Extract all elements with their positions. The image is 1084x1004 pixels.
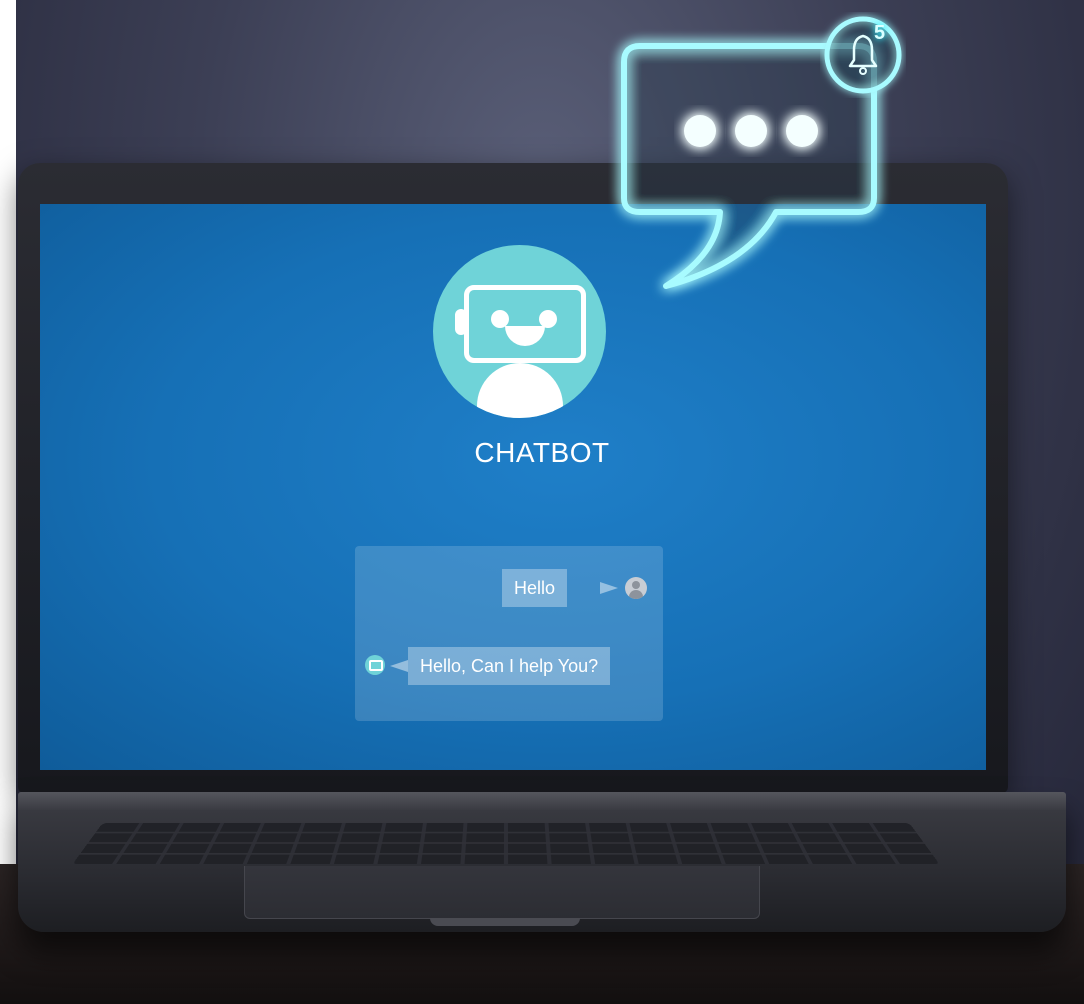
chatbot-avatar xyxy=(433,245,606,418)
lid-notch xyxy=(430,918,580,926)
user-bubble-tail xyxy=(600,582,618,594)
notification-count-badge: 5 xyxy=(874,22,886,44)
laptop-base-edge xyxy=(18,792,1066,810)
bot-avatar-icon[interactable] xyxy=(365,655,385,675)
left-edge-strip xyxy=(0,0,16,1004)
user-message-bubble: Hello xyxy=(502,569,568,607)
robot-mouth xyxy=(505,326,545,346)
bot-bubble-tail xyxy=(390,660,408,672)
user-avatar-icon[interactable] xyxy=(625,577,647,599)
chatbot-title: CHATBOT xyxy=(474,437,610,468)
chat-panel: Hello Hello, Can I help You? xyxy=(355,546,663,721)
robot-icon xyxy=(464,285,586,363)
trackpad xyxy=(244,866,760,919)
bot-message-bubble: Hello, Can I help You? xyxy=(408,647,611,685)
robot-body xyxy=(477,363,563,418)
keyboard xyxy=(72,823,940,865)
bell-icon[interactable] xyxy=(820,12,906,98)
